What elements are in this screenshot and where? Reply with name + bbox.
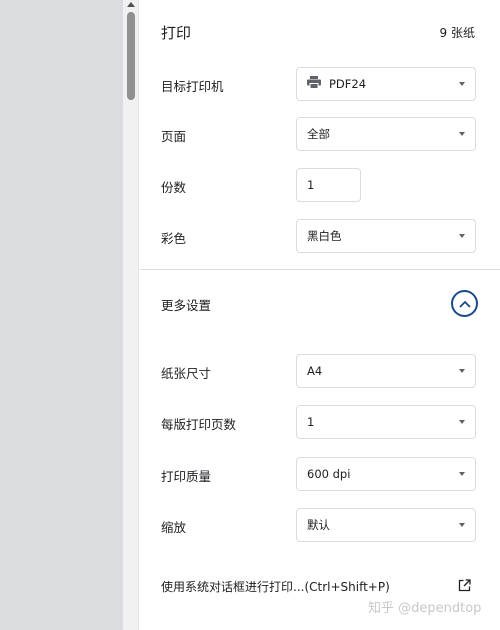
destination-label: 目标打印机 xyxy=(161,79,224,94)
system-dialog-link[interactable]: 使用系统对话框进行打印...(Ctrl+Shift+P) xyxy=(161,578,390,595)
chevron-down-icon xyxy=(459,472,465,476)
copies-label: 份数 xyxy=(161,180,187,195)
divider xyxy=(140,269,500,270)
scroll-thumb[interactable] xyxy=(127,12,135,100)
pages-per-sheet-label: 每版打印页数 xyxy=(161,417,237,432)
printer-icon xyxy=(307,76,321,92)
copies-row: 份数 1 xyxy=(140,168,500,202)
destination-row: 目标打印机 PDF24 xyxy=(140,67,500,101)
paper-size-value: A4 xyxy=(307,364,323,378)
print-settings-panel: 打印 9 张纸 目标打印机 PDF24 页面 全部 份数 1 彩色 黑白色 更多… xyxy=(140,0,500,630)
chevron-down-icon xyxy=(459,420,465,424)
paper-size-label: 纸张尺寸 xyxy=(161,366,212,381)
more-settings-toggle-button[interactable] xyxy=(451,290,478,317)
destination-value: PDF24 xyxy=(329,77,367,91)
pages-row: 页面 全部 xyxy=(140,117,500,151)
pages-select[interactable]: 全部 xyxy=(296,117,476,151)
chevron-down-icon xyxy=(459,523,465,527)
scale-label: 缩放 xyxy=(161,520,187,535)
pages-per-sheet-select[interactable]: 1 xyxy=(296,405,476,439)
color-label: 彩色 xyxy=(161,231,187,246)
pages-value: 全部 xyxy=(307,127,330,141)
sheet-count: 9 张纸 xyxy=(439,26,475,40)
pages-per-sheet-row: 每版打印页数 1 xyxy=(140,405,500,439)
quality-value: 600 dpi xyxy=(307,467,351,481)
more-settings-label[interactable]: 更多设置 xyxy=(161,295,211,314)
preview-area xyxy=(0,0,123,630)
chevron-down-icon xyxy=(459,132,465,136)
color-value: 黑白色 xyxy=(307,229,342,243)
copies-input[interactable]: 1 xyxy=(296,168,361,202)
scrollbar[interactable] xyxy=(123,0,139,630)
paper-size-select[interactable]: A4 xyxy=(296,354,476,388)
chevron-down-icon xyxy=(459,369,465,373)
color-select[interactable]: 黑白色 xyxy=(296,219,476,253)
color-row: 彩色 黑白色 xyxy=(140,219,500,253)
scale-value: 默认 xyxy=(307,518,330,532)
quality-label: 打印质量 xyxy=(161,469,212,484)
open-in-new-icon[interactable] xyxy=(458,577,471,592)
watermark: 知乎 @dependtop xyxy=(368,601,482,616)
pages-per-sheet-value: 1 xyxy=(307,415,315,429)
page-title: 打印 xyxy=(161,24,192,42)
destination-select[interactable]: PDF24 xyxy=(296,67,476,101)
scale-select[interactable]: 默认 xyxy=(296,508,476,542)
scale-row: 缩放 默认 xyxy=(140,508,500,542)
chevron-down-icon xyxy=(459,234,465,238)
scroll-up-arrow-icon[interactable] xyxy=(127,2,135,7)
chevron-up-icon xyxy=(458,300,471,308)
pages-label: 页面 xyxy=(161,129,187,144)
chevron-down-icon xyxy=(459,82,465,86)
quality-select[interactable]: 600 dpi xyxy=(296,457,476,491)
quality-row: 打印质量 600 dpi xyxy=(140,457,500,491)
paper-size-row: 纸张尺寸 A4 xyxy=(140,354,500,388)
